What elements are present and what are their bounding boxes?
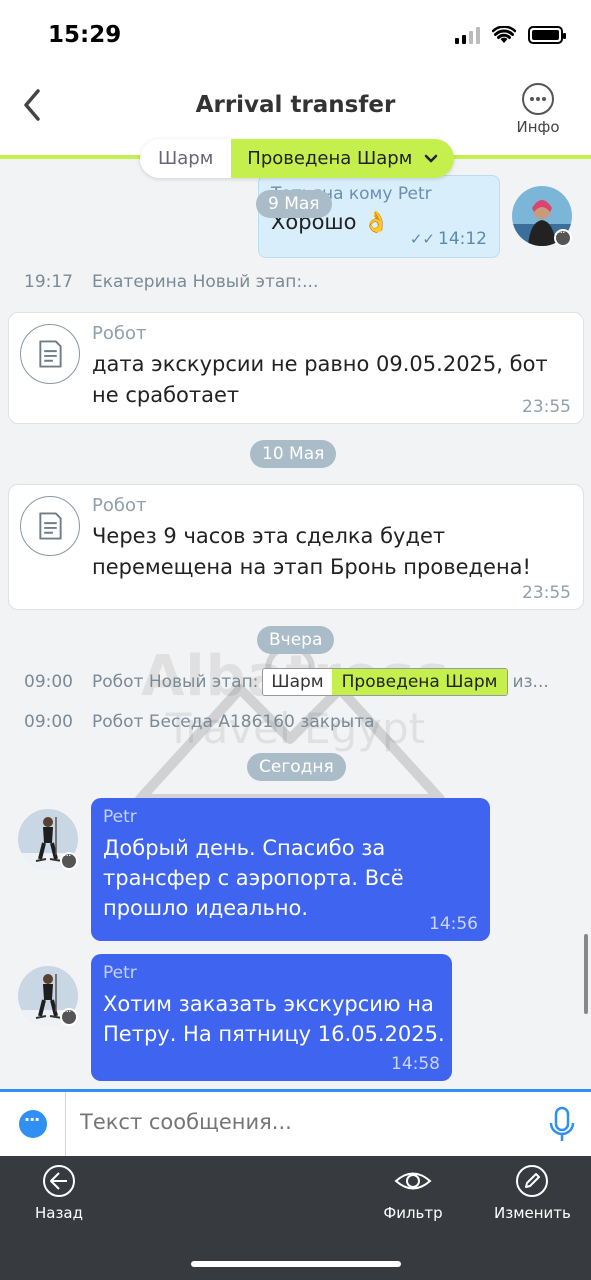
robot-message[interactable]: Робот Через 9 часов эта сделка будет пер… [8,484,584,610]
robot-text: дата экскурсии не равно 09.05.2025, бот … [92,352,548,407]
more-dots-icon [522,83,554,115]
stage-previous[interactable]: Шарм [140,139,232,178]
event-line: 09:00 Робот Новый этап: Шарм Проведена Ш… [24,668,549,696]
battery-icon [528,26,566,44]
chat-bubble-icon [19,1110,47,1138]
chevron-down-icon [424,154,438,163]
toolbar-back-button[interactable]: Назад [34,1164,84,1222]
date-separator: 9 Мая [256,190,332,218]
stage-change-pill: Шарм Проведена Шарм [262,668,509,696]
event-line: 09:00 Робот Беседа A186160 закрыта [24,712,375,732]
message-sender: Petr [103,963,137,983]
robot-text: Через 9 часов эта сделка будет перемещен… [92,524,531,579]
date-separator: Вчера [257,626,335,654]
status-time: 15:29 [48,22,122,48]
stage-selector[interactable]: Шарм Проведена Шарм [140,139,455,178]
toolbar-filter-button[interactable]: Фильтр [383,1164,443,1222]
info-button[interactable]: Инфо [513,83,563,136]
microphone-icon[interactable] [547,1106,577,1144]
cellular-signal-icon [455,26,480,44]
robot-name: Робот [92,323,147,344]
home-indicator[interactable] [191,1261,401,1267]
info-label: Инфо [516,118,560,136]
chat-badge-icon [554,226,572,247]
document-icon [20,496,80,556]
toolbar-edit-button[interactable]: Изменить [494,1164,571,1222]
page-title: Arrival transfer [195,92,396,118]
eye-icon [394,1172,432,1190]
chat-badge-icon [60,1005,78,1026]
status-icons [455,26,566,44]
date-separator: Сегодня [247,753,346,781]
chat-area[interactable]: Albatross Travel Egypt Татьяна кому Petr… [0,159,591,1089]
chat-badge-icon [60,849,78,870]
incoming-message[interactable]: Petr Хотим заказать экскурсию на Петру. … [91,954,452,1081]
event-line: 19:17 Екатерина Новый этап:... [24,272,319,292]
message-composer [0,1089,591,1156]
message-time: 14:58 [391,1054,440,1074]
message-time: ✓✓ 14:12 [409,229,487,249]
date-separator: 10 Мая [250,440,337,468]
robot-name: Робот [92,495,147,516]
message-time: 14:56 [429,914,478,934]
back-arrow-circle-icon [43,1165,75,1197]
status-bar: 15:29 [0,0,591,75]
stage-current[interactable]: Проведена Шарм [231,139,455,178]
wifi-icon [492,26,516,43]
robot-time: 23:55 [522,583,571,603]
incoming-message[interactable]: Petr Добрый день. Спасибо за трансфер с … [91,798,490,941]
scrollbar[interactable] [584,934,588,1014]
robot-time: 23:55 [522,397,571,417]
double-check-icon: ✓✓ [409,230,435,248]
document-icon [20,324,80,384]
chat-type-button[interactable] [0,1092,66,1156]
pencil-icon [516,1165,548,1197]
message-input[interactable] [80,1110,520,1134]
robot-message[interactable]: Робот дата экскурсии не равно 09.05.2025… [8,312,584,424]
message-sender: Petr [103,807,137,827]
message-text: Добрый день. Спасибо за трансфер с аэроп… [103,836,404,920]
message-text: Хотим заказать экскурсию на Петру. На пя… [103,992,445,1046]
